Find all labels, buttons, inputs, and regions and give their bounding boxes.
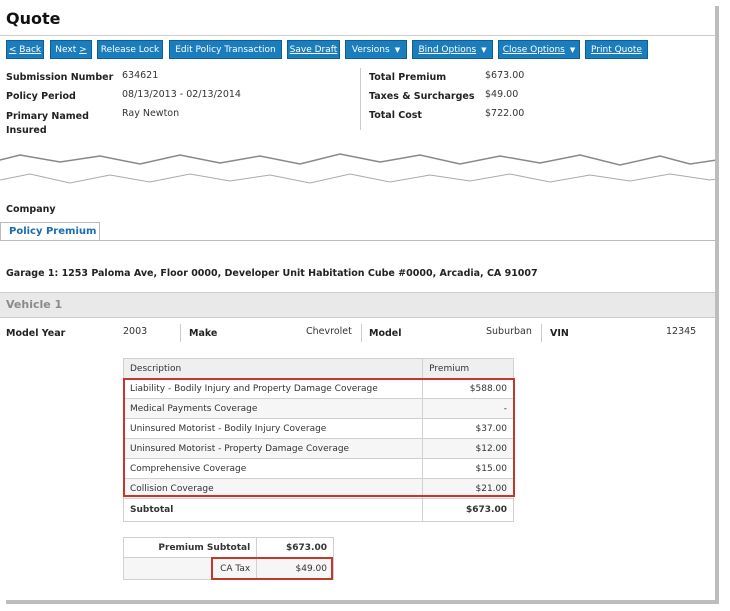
print-quote-label: Print Quote (591, 45, 642, 55)
total-cost-value: $722.00 (485, 108, 525, 119)
model-value: Suburban (486, 326, 532, 337)
chevron-down-icon: ▼ (394, 46, 401, 54)
column-header-premium: Premium (422, 358, 514, 379)
close-options-label: Close Options (502, 45, 565, 55)
close-options-button[interactable]: Close Options ▼ (498, 40, 580, 59)
coverage-highlight-box (123, 378, 515, 497)
tab-policy-premium[interactable]: Policy Premium (0, 222, 100, 240)
back-label-text: Back (19, 45, 42, 55)
bind-options-button[interactable]: Bind Options ▼ (412, 40, 493, 59)
total-premium-value: $673.00 (485, 70, 525, 81)
release-lock-label: Release Lock (100, 45, 160, 55)
field-divider (541, 324, 542, 342)
table-header-row: Description Premium (122, 358, 514, 379)
field-divider (180, 324, 181, 342)
premium-subtotal-value: $673.00 (256, 537, 334, 558)
vin-label: VIN (550, 328, 569, 339)
page-shadow-right (715, 6, 719, 604)
policy-period-value: 08/13/2013 - 02/13/2014 (122, 89, 241, 100)
taxes-surcharges-label: Taxes & Surcharges (369, 91, 475, 102)
company-label: Company (6, 204, 56, 215)
garage-address: Garage 1: 1253 Paloma Ave, Floor 0000, D… (6, 268, 538, 279)
bind-options-label: Bind Options (418, 45, 477, 55)
subtotal-label: Subtotal (122, 498, 424, 522)
next-button[interactable]: Next > (50, 40, 92, 59)
model-year-value: 2003 (123, 326, 148, 337)
page-shadow-bottom (6, 600, 719, 604)
vin-value: 12345 (666, 326, 697, 337)
subtotal-row: Subtotal $673.00 (122, 498, 514, 522)
vehicle-section-header: Vehicle 1 (0, 292, 715, 318)
model-year-label: Model Year (6, 328, 66, 339)
release-lock-button[interactable]: Release Lock (97, 40, 163, 59)
tax-highlight-box (211, 557, 333, 580)
next-arrow: > (79, 45, 87, 55)
policy-period-label: Policy Period (6, 91, 76, 102)
column-header-description: Description (122, 358, 424, 379)
make-value: Chevrolet (306, 326, 352, 337)
back-label: < (8, 45, 17, 55)
primary-named-insured-value: Ray Newton (122, 108, 180, 119)
versions-button[interactable]: Versions ▼ (345, 40, 407, 59)
total-premium-label: Total Premium (369, 72, 447, 83)
total-cost-label: Total Cost (369, 110, 422, 121)
subtotal-value: $673.00 (422, 498, 514, 522)
summary-divider (360, 68, 361, 130)
page-title: Quote (6, 9, 61, 28)
premium-subtotal-label: Premium Subtotal (122, 537, 258, 558)
torn-edge (0, 150, 715, 184)
taxes-surcharges-value: $49.00 (485, 89, 519, 100)
edit-policy-transaction-button[interactable]: Edit Policy Transaction (169, 40, 282, 59)
submission-number-value: 634621 (122, 70, 159, 81)
next-label: Next (55, 45, 77, 55)
vehicle-title: Vehicle 1 (6, 298, 63, 311)
title-divider (0, 35, 715, 36)
model-label: Model (369, 328, 402, 339)
submission-number-label: Submission Number (6, 72, 114, 83)
edit-policy-transaction-label: Edit Policy Transaction (175, 45, 276, 55)
primary-named-insured-label: Primary Named Insured (6, 111, 89, 136)
make-label: Make (189, 328, 218, 339)
save-draft-label: Save Draft (289, 45, 338, 55)
save-draft-button[interactable]: Save Draft (287, 40, 340, 59)
back-button[interactable]: < Back (6, 40, 44, 59)
chevron-down-icon: ▼ (481, 46, 487, 54)
versions-label: Versions (351, 45, 390, 55)
quote-page: Quote < Back Next > Release Lock Edit Po… (0, 0, 715, 600)
tab-bar: Policy Premium (0, 222, 715, 241)
field-divider (361, 324, 362, 342)
print-quote-button[interactable]: Print Quote (585, 40, 648, 59)
premium-subtotal-row: Premium Subtotal $673.00 (122, 537, 334, 558)
chevron-down-icon: ▼ (569, 46, 576, 54)
